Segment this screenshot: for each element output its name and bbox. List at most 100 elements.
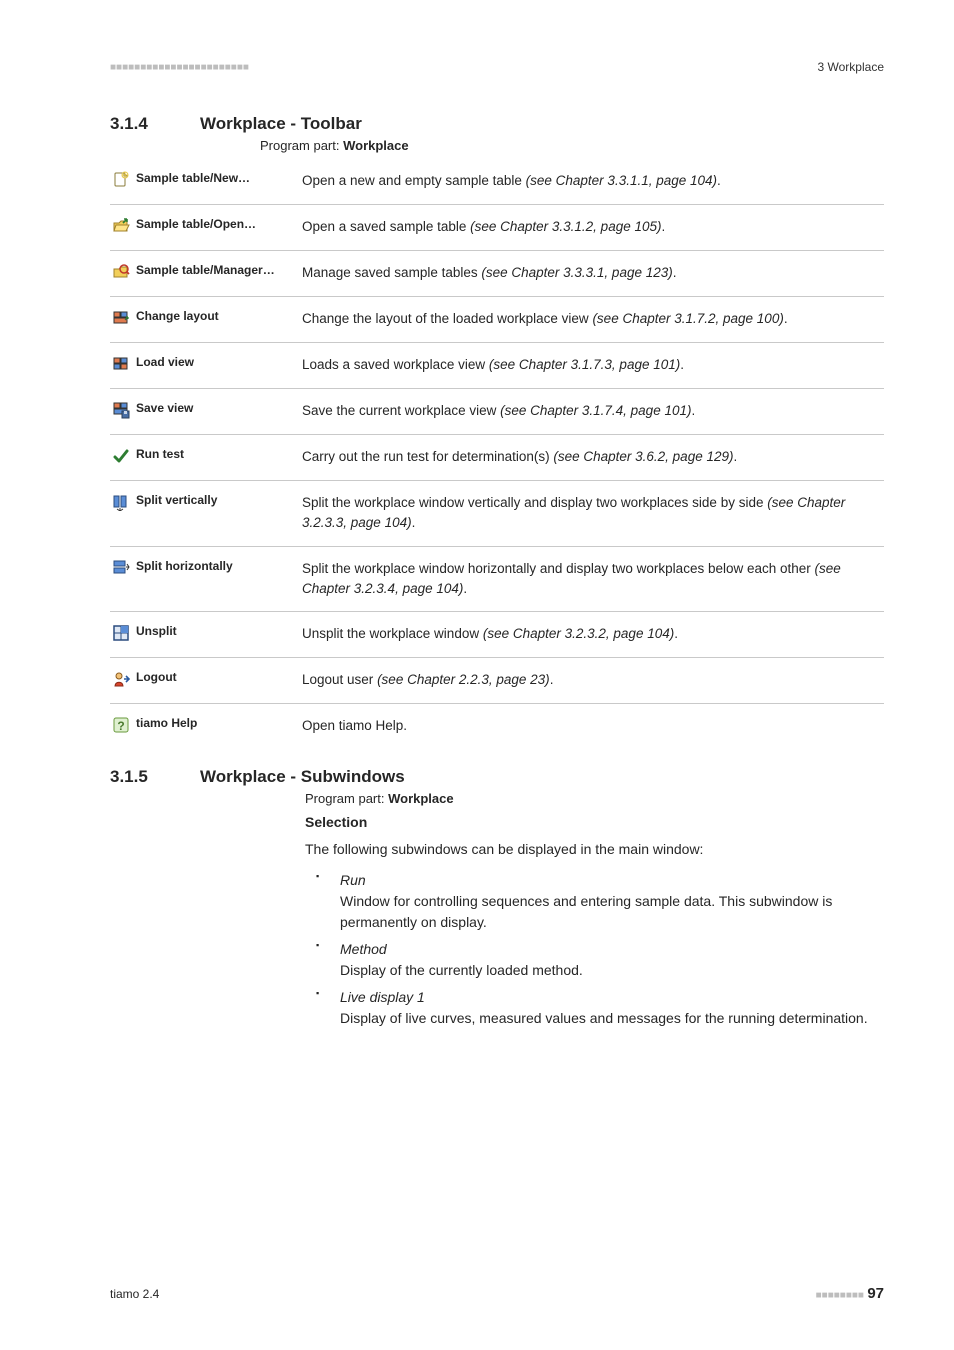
toolbar-ref: (see Chapter 3.3.1.1, page 104) bbox=[526, 173, 717, 188]
toolbar-label: tiamo Help bbox=[136, 716, 294, 730]
toolbar-ref: (see Chapter 3.6.2, page 129) bbox=[553, 449, 733, 464]
toolbar-label: Run test bbox=[136, 447, 294, 461]
toolbar-desc: Manage saved sample tables bbox=[302, 265, 481, 280]
selection-heading: Selection bbox=[110, 812, 884, 833]
section-heading-subwindows: 3.1.5 Workplace - Subwindows bbox=[110, 767, 884, 787]
toolbar-row: tiamo Help Open tiamo Help. bbox=[110, 704, 884, 750]
toolbar-label: Logout bbox=[136, 670, 294, 684]
toolbar-ref: (see Chapter 3.1.7.4, page 101) bbox=[500, 403, 691, 418]
toolbar-desc-cell: Save the current workplace view (see Cha… bbox=[300, 389, 884, 435]
toolbar-ref: (see Chapter 3.3.1.2, page 105) bbox=[470, 219, 661, 234]
list-item: RunWindow for controlling sequences and … bbox=[330, 870, 884, 933]
toolbar-row: Unsplit Unsplit the workplace window (see… bbox=[110, 612, 884, 658]
toolbar-label: Load view bbox=[136, 355, 294, 369]
toolbar-label: Unsplit bbox=[136, 624, 294, 638]
toolbar-desc: Carry out the run test for determination… bbox=[302, 449, 553, 464]
toolbar-desc-cell: Unsplit the workplace window (see Chapte… bbox=[300, 612, 884, 658]
load-view-icon bbox=[112, 355, 130, 376]
toolbar-label-cell: Save view bbox=[110, 389, 300, 435]
toolbar-label: Sample table/Manager… bbox=[136, 263, 294, 277]
list-item-label: Live display 1 bbox=[340, 987, 884, 1008]
toolbar-table: Sample table/New… Open a new and empty sa… bbox=[110, 159, 884, 749]
toolbar-ref: (see Chapter 2.2.3, page 23) bbox=[377, 672, 550, 687]
list-item: Live display 1Display of live curves, me… bbox=[330, 987, 884, 1029]
toolbar-desc-cell: Open a saved sample table (see Chapter 3… bbox=[300, 205, 884, 251]
toolbar-label-cell: Split horizontally bbox=[110, 546, 300, 612]
list-item-desc: Display of the currently loaded method. bbox=[340, 960, 884, 981]
toolbar-row: Split horizontallySplit the workplace wi… bbox=[110, 546, 884, 612]
section-number: 3.1.5 bbox=[110, 767, 170, 787]
subwindow-list: RunWindow for controlling sequences and … bbox=[110, 870, 884, 1029]
page-footer: tiamo 2.4 ■■■■■■■■ 97 bbox=[110, 1285, 884, 1302]
toolbar-row: Change layout Change the layout of the lo… bbox=[110, 297, 884, 343]
list-item-label: Run bbox=[340, 870, 884, 891]
toolbar-row: Run test Carry out the run test for deter… bbox=[110, 435, 884, 481]
toolbar-label: Save view bbox=[136, 401, 294, 415]
selection-intro: The following subwindows can be displaye… bbox=[110, 839, 884, 860]
toolbar-desc-cell: Change the layout of the loaded workplac… bbox=[300, 297, 884, 343]
toolbar-label-cell: Unsplit bbox=[110, 612, 300, 658]
save-view-icon bbox=[112, 401, 130, 422]
list-item-desc: Display of live curves, measured values … bbox=[340, 1008, 884, 1029]
toolbar-ref: (see Chapter 3.3.3.1, page 123) bbox=[481, 265, 672, 280]
toolbar-desc-cell: Split the workplace window horizontally … bbox=[300, 546, 884, 612]
toolbar-label-cell: Sample table/New… bbox=[110, 159, 300, 205]
new-icon bbox=[112, 171, 130, 192]
toolbar-row: Sample table/Open… Open a saved sample ta… bbox=[110, 205, 884, 251]
footer-right: ■■■■■■■■ 97 bbox=[816, 1285, 884, 1302]
list-item: MethodDisplay of the currently loaded me… bbox=[330, 939, 884, 981]
toolbar-row: Save view Save the current workplace view… bbox=[110, 389, 884, 435]
split-horizontal-icon bbox=[112, 559, 130, 580]
program-part-line: Program part: Workplace bbox=[110, 138, 884, 153]
section-heading-toolbar: 3.1.4 Workplace - Toolbar bbox=[110, 114, 884, 134]
program-part-line: Program part: Workplace bbox=[110, 791, 884, 806]
toolbar-row: Split vertically Split the workplace wind… bbox=[110, 481, 884, 547]
unsplit-icon bbox=[112, 624, 130, 645]
toolbar-label-cell: Run test bbox=[110, 435, 300, 481]
toolbar-desc-cell: Open tiamo Help. bbox=[300, 704, 884, 750]
logout-icon bbox=[112, 670, 130, 691]
toolbar-desc-cell: Loads a saved workplace view (see Chapte… bbox=[300, 343, 884, 389]
toolbar-desc: Split the workplace window vertically an… bbox=[302, 495, 767, 510]
toolbar-label-cell: Split vertically bbox=[110, 481, 300, 547]
toolbar-desc-cell: Carry out the run test for determination… bbox=[300, 435, 884, 481]
toolbar-label: Sample table/New… bbox=[136, 171, 294, 185]
toolbar-desc: Save the current workplace view bbox=[302, 403, 500, 418]
toolbar-desc: Open a saved sample table bbox=[302, 219, 470, 234]
toolbar-label: Change layout bbox=[136, 309, 294, 323]
toolbar-desc: Unsplit the workplace window bbox=[302, 626, 483, 641]
page-header: ■■■■■■■■■■■■■■■■■■■■■■■ 3 Workplace bbox=[110, 60, 884, 74]
toolbar-label-cell: Logout bbox=[110, 658, 300, 704]
footer-product: tiamo 2.4 bbox=[110, 1287, 159, 1301]
toolbar-ref: (see Chapter 3.2.3.2, page 104) bbox=[483, 626, 674, 641]
change-layout-icon bbox=[112, 309, 130, 330]
header-dots-left: ■■■■■■■■■■■■■■■■■■■■■■■ bbox=[110, 62, 249, 73]
toolbar-row: Logout Logout user (see Chapter 2.2.3, pa… bbox=[110, 658, 884, 704]
toolbar-label: Split vertically bbox=[136, 493, 294, 507]
open-icon bbox=[112, 217, 130, 238]
toolbar-label-cell: tiamo Help bbox=[110, 704, 300, 750]
page-number: 97 bbox=[867, 1285, 884, 1302]
toolbar-desc-cell: Manage saved sample tables (see Chapter … bbox=[300, 251, 884, 297]
toolbar-label-cell: Sample table/Manager… bbox=[110, 251, 300, 297]
toolbar-desc: Open tiamo Help. bbox=[302, 718, 407, 733]
toolbar-label: Sample table/Open… bbox=[136, 217, 294, 231]
toolbar-ref: (see Chapter 3.1.7.3, page 101) bbox=[489, 357, 680, 372]
toolbar-desc: Loads a saved workplace view bbox=[302, 357, 489, 372]
split-vertical-icon bbox=[112, 493, 130, 514]
toolbar-desc: Logout user bbox=[302, 672, 377, 687]
toolbar-label-cell: Sample table/Open… bbox=[110, 205, 300, 251]
toolbar-label-cell: Change layout bbox=[110, 297, 300, 343]
header-chapter: 3 Workplace bbox=[818, 60, 884, 74]
list-item-desc: Window for controlling sequences and ent… bbox=[340, 891, 884, 933]
toolbar-desc-cell: Open a new and empty sample table (see C… bbox=[300, 159, 884, 205]
section-number: 3.1.4 bbox=[110, 114, 170, 134]
toolbar-label-cell: Load view bbox=[110, 343, 300, 389]
toolbar-row: Sample table/New… Open a new and empty sa… bbox=[110, 159, 884, 205]
toolbar-ref: (see Chapter 3.1.7.2, page 100) bbox=[592, 311, 783, 326]
toolbar-desc: Split the workplace window horizontally … bbox=[302, 561, 815, 576]
help-icon bbox=[112, 716, 130, 737]
section-title: Workplace - Subwindows bbox=[200, 767, 405, 787]
toolbar-desc-cell: Split the workplace window vertically an… bbox=[300, 481, 884, 547]
toolbar-desc-cell: Logout user (see Chapter 2.2.3, page 23)… bbox=[300, 658, 884, 704]
